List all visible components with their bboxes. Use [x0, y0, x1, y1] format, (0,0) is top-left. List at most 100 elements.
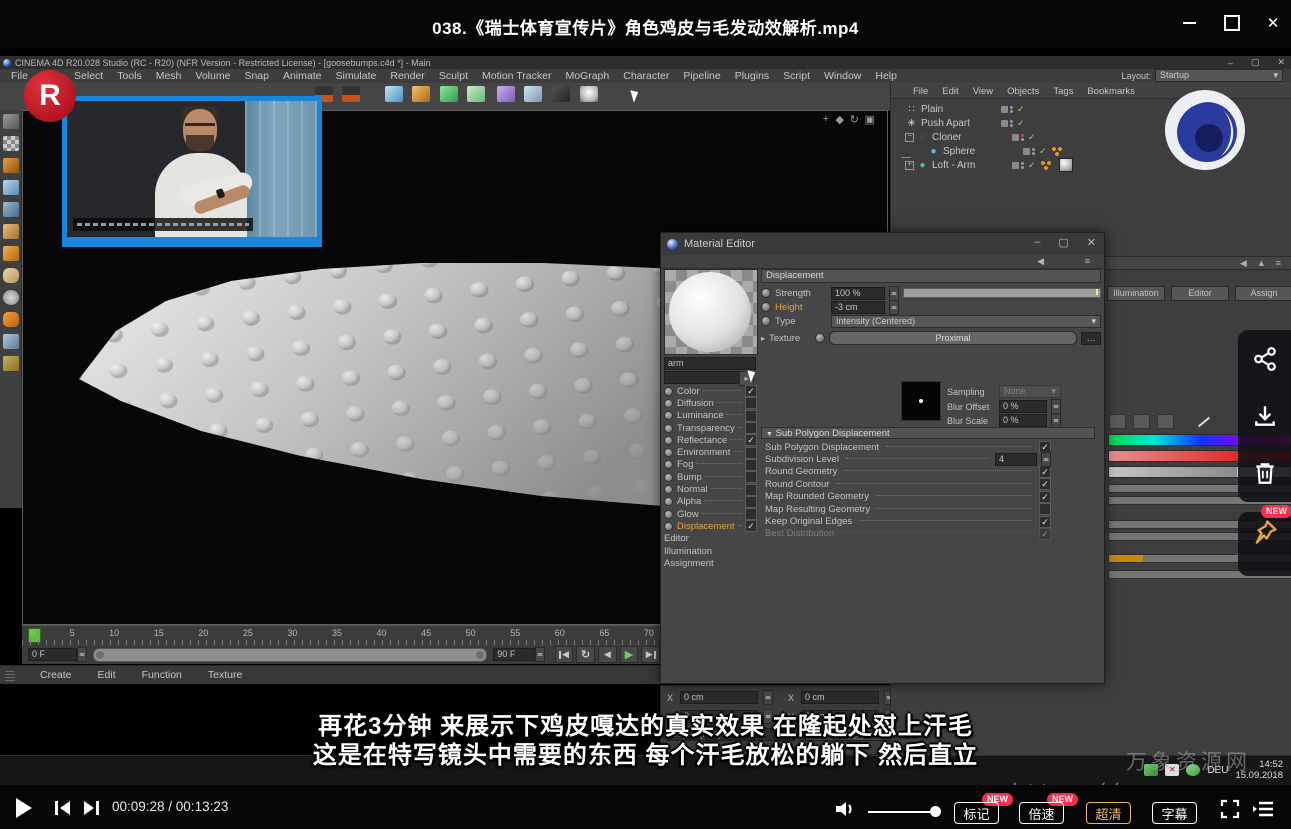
next-video-button[interactable] — [84, 801, 99, 815]
visibility-dots[interactable] — [1010, 120, 1013, 127]
spd-header[interactable]: ▼ Sub Polygon Displacement — [761, 427, 1095, 439]
blur-scale-stepper[interactable] — [1051, 413, 1061, 428]
start-frame-field[interactable]: 0 F — [28, 648, 77, 661]
channel-checkbox[interactable]: ✓ — [745, 520, 757, 532]
texture-circle-button[interactable] — [815, 333, 825, 343]
timeline-ruler[interactable]: 0510152025303540455055606570 — [22, 625, 660, 646]
visibility-dots[interactable] — [1032, 148, 1035, 155]
object-visibility-toggles[interactable]: ✓ — [1001, 118, 1025, 129]
spline-pen-icon[interactable] — [412, 86, 430, 102]
coord-field[interactable]: 0 cm — [680, 691, 758, 704]
spd-checkbox[interactable] — [1039, 503, 1051, 515]
c4d-menu-item[interactable]: Help — [868, 70, 904, 82]
channel-checkbox[interactable]: ✓ — [745, 385, 757, 397]
mouse-tool-icon[interactable] — [3, 268, 19, 283]
channel-checkbox[interactable] — [745, 484, 757, 496]
layer-square[interactable] — [1001, 106, 1008, 113]
spd-checkbox[interactable]: ✓ — [1039, 466, 1051, 478]
blur-offset-field[interactable]: 0 % — [999, 400, 1047, 413]
channel-checkbox[interactable] — [745, 447, 757, 459]
channel-checkbox[interactable] — [745, 471, 757, 483]
c4d-menu-item[interactable]: Simulate — [329, 70, 384, 82]
object-visibility-toggles[interactable]: ✓ — [1012, 160, 1036, 171]
c4d-menu-item[interactable]: Script — [776, 70, 817, 82]
previous-video-button[interactable] — [55, 801, 70, 815]
menu-icon[interactable]: ≡ — [1276, 258, 1281, 268]
material-channel-row[interactable]: Luminance — [664, 410, 757, 422]
channel-checkbox[interactable] — [745, 508, 757, 520]
back-icon[interactable]: ◀ — [1240, 258, 1247, 269]
me-minimize-button[interactable]: – — [1034, 236, 1040, 249]
go-to-end-button[interactable]: ▶ — [641, 646, 660, 663]
eyedropper-icon[interactable] — [1198, 416, 1210, 427]
collapse-toggle[interactable]: − — [905, 133, 914, 142]
channel-checkbox[interactable] — [745, 422, 757, 434]
height-field[interactable]: -3 cm — [831, 301, 885, 314]
enabled-check[interactable]: ✓ — [1028, 132, 1036, 143]
material-channel-row[interactable]: Environment — [664, 446, 757, 458]
pin-icon[interactable] — [1251, 518, 1279, 546]
c4d-menu-item[interactable]: Sculpt — [432, 70, 475, 82]
channel-checkbox[interactable] — [745, 459, 757, 471]
object-tags[interactable] — [1041, 161, 1055, 170]
snap-icon[interactable] — [3, 290, 19, 305]
me-close-button[interactable]: ✕ — [1087, 236, 1096, 249]
trash-icon[interactable] — [1253, 460, 1277, 486]
gear-icon[interactable] — [3, 356, 19, 371]
object-manager-menu-item[interactable]: File — [907, 86, 934, 97]
quality-button[interactable]: 超清 — [1086, 802, 1131, 824]
coord-stepper[interactable] — [763, 690, 773, 705]
volume-icon[interactable] — [497, 86, 515, 102]
attribute-tab[interactable]: Illumination — [1107, 286, 1165, 301]
texture-mode-icon[interactable] — [3, 136, 19, 151]
blur-offset-stepper[interactable] — [1051, 399, 1061, 414]
c4d-minimize-button[interactable]: – — [1228, 58, 1233, 68]
material-channel-row[interactable]: Diffusion — [664, 397, 757, 409]
channel-checkbox[interactable] — [745, 397, 757, 409]
material-channel-row[interactable]: Bump — [664, 471, 757, 483]
material-manager-menu-item[interactable]: Texture — [208, 669, 242, 681]
texture-browse-button[interactable]: … — [1081, 332, 1101, 345]
cycle-button[interactable]: ↻ — [576, 646, 595, 663]
color-swatch-icon[interactable] — [1157, 414, 1174, 429]
model-mode-icon[interactable] — [3, 114, 19, 129]
object-visibility-toggles[interactable]: ✓ — [1001, 104, 1025, 115]
play-button-c4d[interactable]: ▶ — [620, 646, 639, 663]
material-preview[interactable] — [664, 269, 758, 355]
nav-back-icon[interactable]: ◀ — [1037, 256, 1044, 267]
texture-button[interactable]: Proximal — [829, 331, 1077, 345]
go-to-start-button[interactable]: ◀ — [555, 646, 574, 663]
c4d-menu-item[interactable]: Render — [383, 70, 431, 82]
object-manager-menu-item[interactable]: Objects — [1001, 86, 1045, 97]
c4d-maximize-button[interactable]: ▢ — [1251, 57, 1260, 68]
channel-checkbox[interactable]: ✓ — [745, 434, 757, 446]
end-frame-stepper[interactable] — [535, 647, 545, 662]
channel-checkbox[interactable] — [745, 496, 757, 508]
c4d-menu-item[interactable]: Tools — [110, 70, 149, 82]
material-channel-row[interactable]: Illumination — [664, 545, 757, 557]
channel-checkbox[interactable] — [745, 410, 757, 422]
layout-dropdown[interactable]: Startup ▾ — [1155, 69, 1283, 82]
workplane-icon[interactable] — [3, 158, 19, 173]
c4d-menu-item[interactable]: Pipeline — [676, 70, 727, 82]
me-maximize-button[interactable]: ▢ — [1058, 236, 1068, 249]
enabled-check[interactable]: ✓ — [1039, 146, 1047, 157]
c4d-menu-item[interactable]: Motion Tracker — [475, 70, 558, 82]
subdivision-surface-icon[interactable] — [440, 86, 458, 102]
enabled-check[interactable]: ✓ — [1017, 118, 1025, 129]
spd-value-field[interactable]: 4 — [995, 453, 1037, 466]
texture-thumbnail[interactable] — [901, 381, 941, 421]
material-channel-row[interactable]: Fog — [664, 459, 757, 471]
material-channel-row[interactable]: Displacement ✓ — [664, 520, 757, 532]
material-channel-row[interactable]: Alpha — [664, 496, 757, 508]
light-icon[interactable] — [580, 86, 598, 102]
render-settings-icon[interactable] — [342, 86, 360, 102]
object-visibility-toggles[interactable]: ✓ — [1023, 146, 1047, 157]
close-button[interactable]: ✕ — [1262, 12, 1284, 34]
c4d-menu-item[interactable]: Character — [616, 70, 676, 82]
add-cube-icon[interactable] — [385, 86, 403, 102]
play-backwards-button[interactable]: ◀ — [598, 646, 617, 663]
expand-icon[interactable]: ▸ — [761, 334, 765, 343]
volume-slider-handle[interactable] — [930, 806, 941, 817]
subtitle-button[interactable]: 字幕 — [1152, 802, 1197, 824]
